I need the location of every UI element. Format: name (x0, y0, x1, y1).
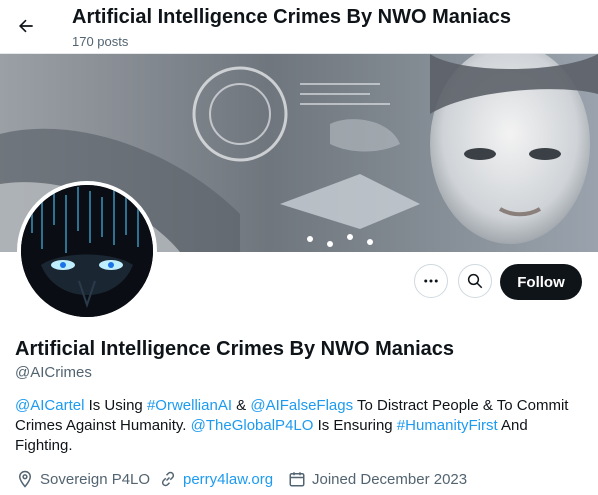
profile-joined: Joined December 2023 (288, 468, 467, 490)
back-arrow-icon (19, 19, 33, 33)
search-icon (467, 273, 483, 289)
more-options-button[interactable] (414, 264, 448, 298)
back-button[interactable] (8, 8, 44, 44)
calendar-icon (289, 472, 305, 487)
follow-button[interactable]: Follow (500, 264, 582, 300)
more-icon (424, 279, 438, 283)
bio-text: Is Using (84, 397, 147, 414)
avatar-image (21, 185, 153, 317)
bio-hashtag-orwellianai[interactable]: #OrwellianAI (147, 397, 232, 414)
bio-mention-aicartel[interactable]: @AICartel (15, 397, 84, 414)
header-title: Artificial Intelligence Crimes By NWO Ma… (72, 6, 512, 28)
search-profile-button[interactable] (458, 264, 492, 298)
profile-avatar[interactable] (17, 181, 157, 321)
profile-name: Artificial Intelligence Crimes By NWO Ma… (15, 338, 455, 360)
profile-website[interactable]: perry4law.org (159, 468, 273, 490)
link-icon (161, 471, 175, 487)
bio-hashtag-humanityfirst[interactable]: #HumanityFirst (397, 417, 498, 434)
bio-text: Is Ensuring (313, 417, 397, 434)
joined-text: Joined December 2023 (312, 470, 468, 488)
top-bar: Artificial Intelligence Crimes By NWO Ma… (0, 0, 598, 54)
bio-mention-aifalseflags[interactable]: @AIFalseFlags (250, 397, 353, 414)
bio-mention-theglobalp4lo[interactable]: @TheGlobalP4LO (191, 417, 314, 434)
bio-text: & (232, 397, 251, 414)
location-text: Sovereign P4LO (40, 470, 151, 488)
location-pin-icon (18, 470, 32, 488)
profile-handle: @AICrimes (15, 364, 92, 381)
post-count: 170 posts (72, 34, 129, 49)
profile-location: Sovereign P4LO (16, 468, 150, 490)
profile-bio: @AICartel Is Using #OrwellianAI & @AIFal… (15, 396, 583, 456)
website-link[interactable]: perry4law.org (183, 471, 273, 488)
